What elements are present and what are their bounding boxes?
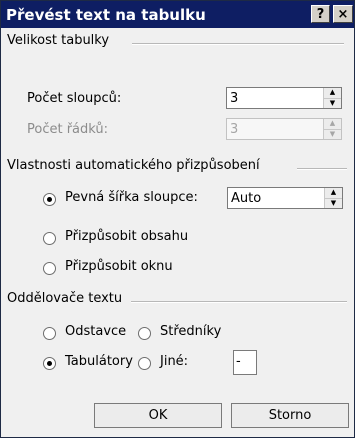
autofit-legend: Vlastnosti automatického přizpůsobení xyxy=(7,158,260,173)
divider xyxy=(132,43,344,45)
close-button[interactable]: × xyxy=(333,5,353,23)
autofit-content-label[interactable]: Přizpůsobit obsahu xyxy=(65,229,188,244)
ok-button[interactable]: OK xyxy=(94,403,222,428)
separators-legend: Oddělovače textu xyxy=(7,291,123,306)
tabs-label[interactable]: Tabulátory xyxy=(65,354,133,369)
divider xyxy=(131,301,347,303)
title-bar[interactable]: Převést text na tabulku ? × xyxy=(1,1,354,28)
dialog-title: Převést text na tabulku xyxy=(6,5,206,24)
other-radio[interactable] xyxy=(138,357,151,370)
tabs-radio[interactable] xyxy=(43,357,56,370)
semicolons-radio[interactable] xyxy=(138,327,151,340)
paragraphs-label[interactable]: Odstavce xyxy=(65,324,126,339)
autofit-window-label[interactable]: Přizpůsobit oknu xyxy=(65,259,173,274)
convert-text-to-table-dialog: Převést text na tabulku ? × Velikost tab… xyxy=(0,0,355,438)
columns-value[interactable]: 3 xyxy=(227,91,323,106)
rows-value: 3 xyxy=(230,121,239,137)
arrow-down-icon[interactable]: ▼ xyxy=(325,198,342,208)
columns-label: Počet sloupců: xyxy=(27,91,122,106)
arrow-up-icon: ▲ xyxy=(324,119,341,130)
divider xyxy=(297,168,347,170)
autofit-content-radio[interactable] xyxy=(43,232,56,245)
other-separator-input[interactable]: - xyxy=(233,350,257,375)
columns-spinner[interactable]: 3 ▲ ▼ xyxy=(226,87,342,109)
arrow-down-icon[interactable]: ▼ xyxy=(324,98,341,108)
rows-spinner: 3 ▲ ▼ xyxy=(226,118,342,140)
cancel-button[interactable]: Storno xyxy=(231,403,349,428)
other-label[interactable]: Jiné: xyxy=(160,354,188,369)
arrow-down-icon: ▼ xyxy=(324,129,341,139)
autofit-window-radio[interactable] xyxy=(43,262,56,275)
fixed-width-value[interactable]: Auto xyxy=(228,191,324,206)
paragraphs-radio[interactable] xyxy=(43,327,56,340)
help-button[interactable]: ? xyxy=(311,5,330,23)
arrow-up-icon[interactable]: ▲ xyxy=(325,188,342,199)
fixed-width-spinner[interactable]: Auto ▲ ▼ xyxy=(227,187,343,209)
arrow-up-icon[interactable]: ▲ xyxy=(324,88,341,99)
rows-label: Počet řádků: xyxy=(27,122,109,137)
semicolons-label[interactable]: Středníky xyxy=(160,324,221,339)
fixed-width-label[interactable]: Pevná šířka sloupce: xyxy=(65,190,198,205)
table-size-legend: Velikost tabulky xyxy=(7,33,110,48)
fixed-width-radio[interactable] xyxy=(43,193,56,206)
